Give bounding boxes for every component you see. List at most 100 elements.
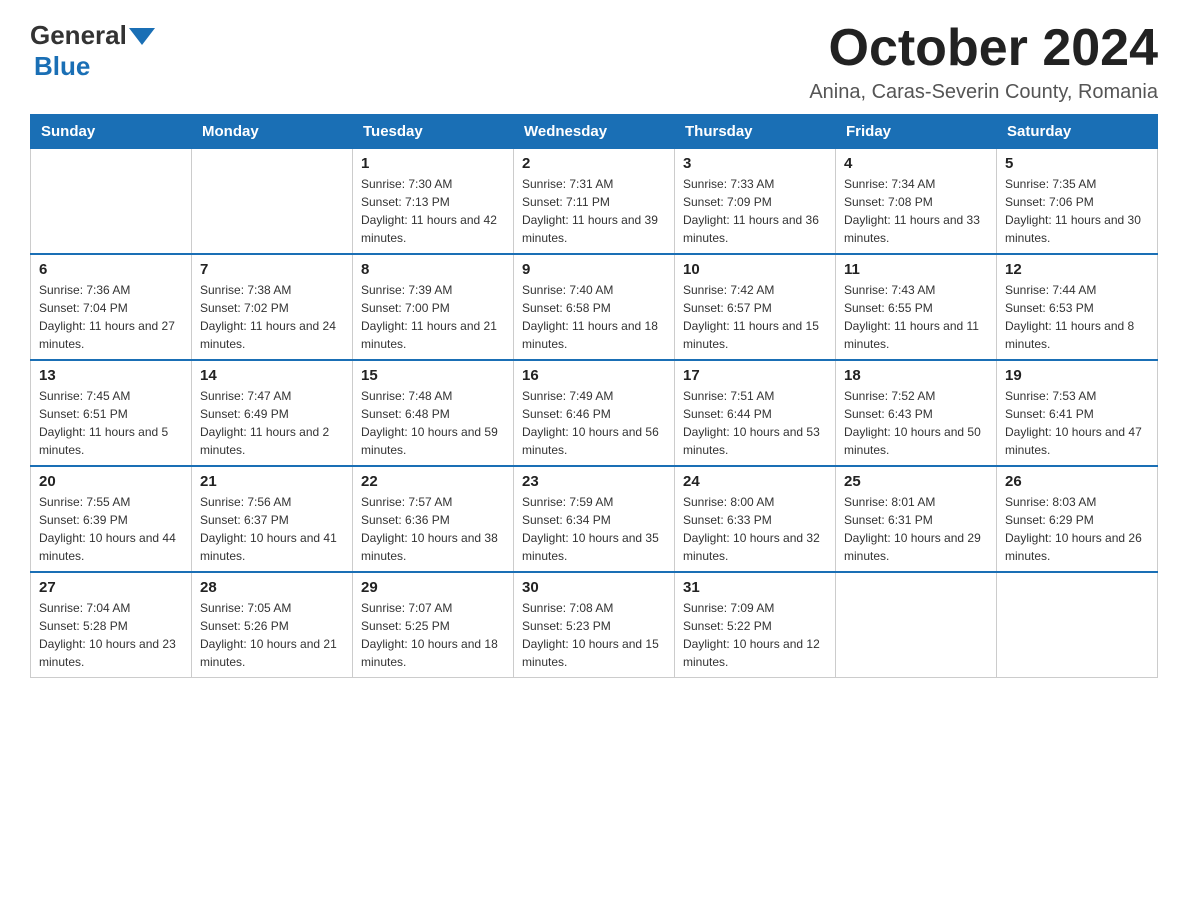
day-number: 20 <box>39 473 183 490</box>
calendar-cell: 9 Sunrise: 7:40 AMSunset: 6:58 PMDaylight… <box>514 254 675 360</box>
day-number: 7 <box>200 261 344 278</box>
calendar-cell: 30Sunrise: 7:08 AMSunset: 5:23 PMDayligh… <box>514 572 675 678</box>
day-info: Sunrise: 7:51 AMSunset: 6:44 PMDaylight:… <box>683 387 827 459</box>
calendar-cell: 21 Sunrise: 7:56 AMSunset: 6:37 PMDayligh… <box>192 466 353 572</box>
calendar-header-row: SundayMondayTuesdayWednesdayThursdayFrid… <box>31 115 1158 149</box>
day-info: Sunrise: 7:43 AMSunset: 6:55 PMDaylight:… <box>844 281 988 353</box>
calendar-cell: 18 Sunrise: 7:52 AMSunset: 6:43 PMDayligh… <box>836 360 997 466</box>
day-number: 27 <box>39 579 183 596</box>
day-number: 6 <box>39 261 183 278</box>
calendar-week-row: 27 Sunrise: 7:04 AMSunset: 5:28 PMDayligh… <box>31 572 1158 678</box>
weekday-header-thursday: Thursday <box>675 115 836 149</box>
calendar-cell: 11 Sunrise: 7:43 AMSunset: 6:55 PMDayligh… <box>836 254 997 360</box>
day-info: Sunrise: 8:01 AMSunset: 6:31 PMDaylight:… <box>844 493 988 565</box>
weekday-header-wednesday: Wednesday <box>514 115 675 149</box>
weekday-header-sunday: Sunday <box>31 115 192 149</box>
calendar-cell: 7 Sunrise: 7:38 AMSunset: 7:02 PMDaylight… <box>192 254 353 360</box>
day-info: Sunrise: 7:53 AMSunset: 6:41 PMDaylight:… <box>1005 387 1149 459</box>
calendar-cell: 10 Sunrise: 7:42 AMSunset: 6:57 PMDayligh… <box>675 254 836 360</box>
weekday-header-tuesday: Tuesday <box>353 115 514 149</box>
calendar-week-row: 1 Sunrise: 7:30 AMSunset: 7:13 PMDaylight… <box>31 149 1158 255</box>
location-subtitle: Anina, Caras-Severin County, Romania <box>809 81 1158 104</box>
day-number: 1 <box>361 155 505 172</box>
calendar-cell: 13 Sunrise: 7:45 AMSunset: 6:51 PMDayligh… <box>31 360 192 466</box>
day-info: Sunrise: 7:47 AMSunset: 6:49 PMDaylight:… <box>200 387 344 459</box>
day-number: 26 <box>1005 473 1149 490</box>
calendar-cell: 23 Sunrise: 7:59 AMSunset: 6:34 PMDayligh… <box>514 466 675 572</box>
weekday-header-monday: Monday <box>192 115 353 149</box>
calendar-cell: 24 Sunrise: 8:00 AMSunset: 6:33 PMDayligh… <box>675 466 836 572</box>
day-info: Sunrise: 7:35 AMSunset: 7:06 PMDaylight:… <box>1005 175 1149 247</box>
day-info: Sunrise: 7:08 AMSunset: 5:23 PMDaylight:… <box>522 599 666 671</box>
page-header: General Blue October 2024 Anina, Caras-S… <box>30 20 1158 104</box>
day-info: Sunrise: 7:52 AMSunset: 6:43 PMDaylight:… <box>844 387 988 459</box>
day-info: Sunrise: 7:33 AMSunset: 7:09 PMDaylight:… <box>683 175 827 247</box>
day-info: Sunrise: 7:36 AMSunset: 7:04 PMDaylight:… <box>39 281 183 353</box>
day-number: 22 <box>361 473 505 490</box>
day-number: 14 <box>200 367 344 384</box>
day-number: 15 <box>361 367 505 384</box>
day-number: 28 <box>200 579 344 596</box>
calendar-week-row: 20 Sunrise: 7:55 AMSunset: 6:39 PMDayligh… <box>31 466 1158 572</box>
title-section: October 2024 Anina, Caras-Severin County… <box>809 20 1158 104</box>
calendar-cell: 5 Sunrise: 7:35 AMSunset: 7:06 PMDaylight… <box>997 149 1158 255</box>
day-number: 11 <box>844 261 988 278</box>
day-number: 12 <box>1005 261 1149 278</box>
calendar-cell: 3 Sunrise: 7:33 AMSunset: 7:09 PMDaylight… <box>675 149 836 255</box>
day-number: 24 <box>683 473 827 490</box>
day-info: Sunrise: 7:04 AMSunset: 5:28 PMDaylight:… <box>39 599 183 671</box>
calendar-cell: 26 Sunrise: 8:03 AMSunset: 6:29 PMDayligh… <box>997 466 1158 572</box>
day-number: 10 <box>683 261 827 278</box>
calendar-cell: 12 Sunrise: 7:44 AMSunset: 6:53 PMDayligh… <box>997 254 1158 360</box>
logo-general-text: General <box>30 20 127 51</box>
day-info: Sunrise: 7:34 AMSunset: 7:08 PMDaylight:… <box>844 175 988 247</box>
day-number: 29 <box>361 579 505 596</box>
day-info: Sunrise: 7:56 AMSunset: 6:37 PMDaylight:… <box>200 493 344 565</box>
day-info: Sunrise: 8:00 AMSunset: 6:33 PMDaylight:… <box>683 493 827 565</box>
day-info: Sunrise: 8:03 AMSunset: 6:29 PMDaylight:… <box>1005 493 1149 565</box>
day-info: Sunrise: 7:55 AMSunset: 6:39 PMDaylight:… <box>39 493 183 565</box>
weekday-header-saturday: Saturday <box>997 115 1158 149</box>
day-number: 25 <box>844 473 988 490</box>
calendar-week-row: 6 Sunrise: 7:36 AMSunset: 7:04 PMDaylight… <box>31 254 1158 360</box>
day-info: Sunrise: 7:38 AMSunset: 7:02 PMDaylight:… <box>200 281 344 353</box>
calendar-cell: 22 Sunrise: 7:57 AMSunset: 6:36 PMDayligh… <box>353 466 514 572</box>
logo-blue-text: Blue <box>34 51 90 82</box>
day-number: 4 <box>844 155 988 172</box>
month-title: October 2024 <box>809 20 1158 77</box>
calendar-cell: 8Sunrise: 7:39 AMSunset: 7:00 PMDaylight… <box>353 254 514 360</box>
day-number: 18 <box>844 367 988 384</box>
day-number: 3 <box>683 155 827 172</box>
day-info: Sunrise: 7:45 AMSunset: 6:51 PMDaylight:… <box>39 387 183 459</box>
day-info: Sunrise: 7:30 AMSunset: 7:13 PMDaylight:… <box>361 175 505 247</box>
day-info: Sunrise: 7:42 AMSunset: 6:57 PMDaylight:… <box>683 281 827 353</box>
calendar-cell: 16 Sunrise: 7:49 AMSunset: 6:46 PMDayligh… <box>514 360 675 466</box>
day-info: Sunrise: 7:40 AMSunset: 6:58 PMDaylight:… <box>522 281 666 353</box>
calendar-cell: 19Sunrise: 7:53 AMSunset: 6:41 PMDayligh… <box>997 360 1158 466</box>
calendar-cell: 2 Sunrise: 7:31 AMSunset: 7:11 PMDaylight… <box>514 149 675 255</box>
calendar-cell <box>997 572 1158 678</box>
calendar-cell: 6 Sunrise: 7:36 AMSunset: 7:04 PMDaylight… <box>31 254 192 360</box>
day-number: 13 <box>39 367 183 384</box>
day-number: 17 <box>683 367 827 384</box>
calendar-cell: 17 Sunrise: 7:51 AMSunset: 6:44 PMDayligh… <box>675 360 836 466</box>
day-info: Sunrise: 7:05 AMSunset: 5:26 PMDaylight:… <box>200 599 344 671</box>
day-number: 5 <box>1005 155 1149 172</box>
day-info: Sunrise: 7:49 AMSunset: 6:46 PMDaylight:… <box>522 387 666 459</box>
calendar-cell: 4 Sunrise: 7:34 AMSunset: 7:08 PMDaylight… <box>836 149 997 255</box>
day-info: Sunrise: 7:48 AMSunset: 6:48 PMDaylight:… <box>361 387 505 459</box>
calendar-table: SundayMondayTuesdayWednesdayThursdayFrid… <box>30 114 1158 678</box>
calendar-cell <box>836 572 997 678</box>
day-info: Sunrise: 7:57 AMSunset: 6:36 PMDaylight:… <box>361 493 505 565</box>
day-info: Sunrise: 7:44 AMSunset: 6:53 PMDaylight:… <box>1005 281 1149 353</box>
calendar-cell: 14 Sunrise: 7:47 AMSunset: 6:49 PMDayligh… <box>192 360 353 466</box>
day-number: 9 <box>522 261 666 278</box>
day-number: 16 <box>522 367 666 384</box>
day-info: Sunrise: 7:59 AMSunset: 6:34 PMDaylight:… <box>522 493 666 565</box>
day-info: Sunrise: 7:31 AMSunset: 7:11 PMDaylight:… <box>522 175 666 247</box>
calendar-cell: 15 Sunrise: 7:48 AMSunset: 6:48 PMDayligh… <box>353 360 514 466</box>
day-number: 23 <box>522 473 666 490</box>
day-number: 2 <box>522 155 666 172</box>
calendar-cell <box>192 149 353 255</box>
day-number: 21 <box>200 473 344 490</box>
